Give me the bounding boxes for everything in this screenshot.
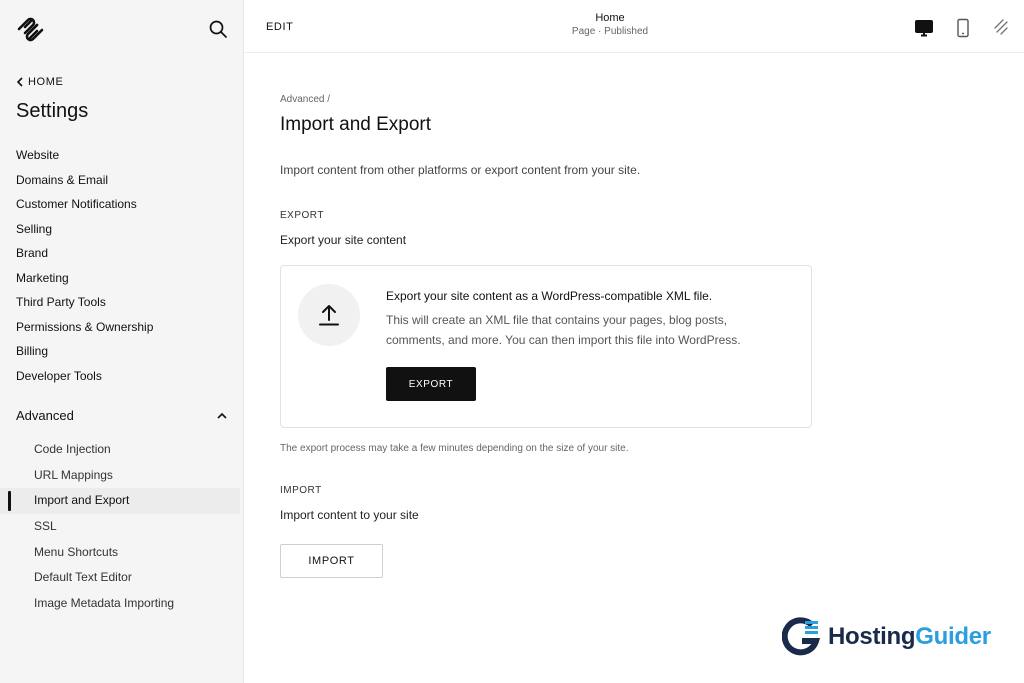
nav-item-billing[interactable]: Billing: [16, 341, 153, 366]
editor-topbar: EDIT Home Page · Published: [245, 0, 1024, 53]
nav-item-customer-notifications[interactable]: Customer Notifications: [16, 194, 153, 219]
advanced-section-label: Advanced: [16, 408, 74, 423]
nav-item-domains-email[interactable]: Domains & Email: [16, 170, 153, 195]
chevron-left-icon: [16, 77, 23, 87]
nav-item-developer-tools[interactable]: Developer Tools: [16, 366, 153, 391]
hostingguider-logo-icon: [782, 617, 821, 656]
page-info[interactable]: Home Page · Published: [245, 12, 975, 37]
back-home-link[interactable]: HOME: [16, 76, 63, 88]
advanced-section-toggle[interactable]: Advanced: [16, 408, 228, 423]
export-card-heading: Export your site content as a WordPress-…: [386, 289, 713, 303]
page-name: Home: [595, 12, 625, 24]
hostingguider-watermark: HostingGuider: [782, 617, 991, 657]
export-card-description: This will create an XML file that contai…: [386, 313, 741, 347]
subnav-item-default-text-editor[interactable]: Default Text Editor: [0, 565, 240, 591]
import-section-subtitle: Import content to your site: [280, 508, 419, 522]
watermark-text-hosting: Hosting: [828, 623, 916, 650]
export-section-label: EXPORT: [280, 210, 324, 221]
back-home-label: HOME: [28, 76, 64, 88]
subnav-item-menu-shortcuts[interactable]: Menu Shortcuts: [0, 540, 240, 566]
settings-title: Settings: [16, 100, 89, 122]
squarespace-logo-icon[interactable]: [16, 16, 46, 42]
subnav-item-ssl[interactable]: SSL: [0, 514, 240, 540]
page-title: Import and Export: [280, 114, 432, 135]
page-status: Page · Published: [571, 26, 649, 37]
nav-item-selling[interactable]: Selling: [16, 219, 153, 244]
nav-item-permissions-ownership[interactable]: Permissions & Ownership: [16, 317, 153, 342]
expand-icon[interactable]: [991, 18, 1011, 38]
nav-item-website[interactable]: Website: [16, 145, 153, 170]
nav-item-brand[interactable]: Brand: [16, 243, 153, 268]
advanced-subnav: Code Injection URL Mappings Import and E…: [0, 437, 240, 617]
subnav-item-image-metadata-importing[interactable]: Image Metadata Importing: [0, 591, 240, 617]
chevron-up-icon: [217, 412, 227, 419]
breadcrumb[interactable]: Advanced /: [280, 94, 330, 105]
subnav-item-import-export[interactable]: Import and Export: [0, 488, 240, 515]
watermark-text: HostingGuider: [828, 623, 991, 651]
import-section-label: IMPORT: [280, 485, 322, 496]
nav-item-third-party-tools[interactable]: Third Party Tools: [16, 292, 153, 317]
page-intro: Import content from other platforms or e…: [280, 163, 641, 177]
settings-nav: Website Domains & Email Customer Notific…: [16, 145, 153, 390]
subnav-item-code-injection[interactable]: Code Injection: [0, 437, 240, 463]
mobile-icon[interactable]: [953, 18, 973, 38]
export-section-subtitle: Export your site content: [280, 233, 407, 247]
desktop-icon[interactable]: [914, 18, 934, 38]
search-icon[interactable]: [208, 19, 228, 39]
export-button[interactable]: EXPORT: [386, 367, 476, 401]
nav-item-marketing[interactable]: Marketing: [16, 268, 153, 293]
upload-icon: [319, 305, 339, 326]
watermark-text-guider: Guider: [915, 623, 991, 650]
subnav-item-url-mappings[interactable]: URL Mappings: [0, 463, 240, 489]
export-card: Export your site content as a WordPress-…: [280, 265, 812, 428]
export-note: The export process may take a few minute…: [280, 443, 629, 454]
import-button[interactable]: IMPORT: [280, 544, 383, 578]
upload-icon-container: [298, 284, 360, 346]
settings-sidebar: HOME Settings Website Domains & Email Cu…: [0, 0, 244, 683]
